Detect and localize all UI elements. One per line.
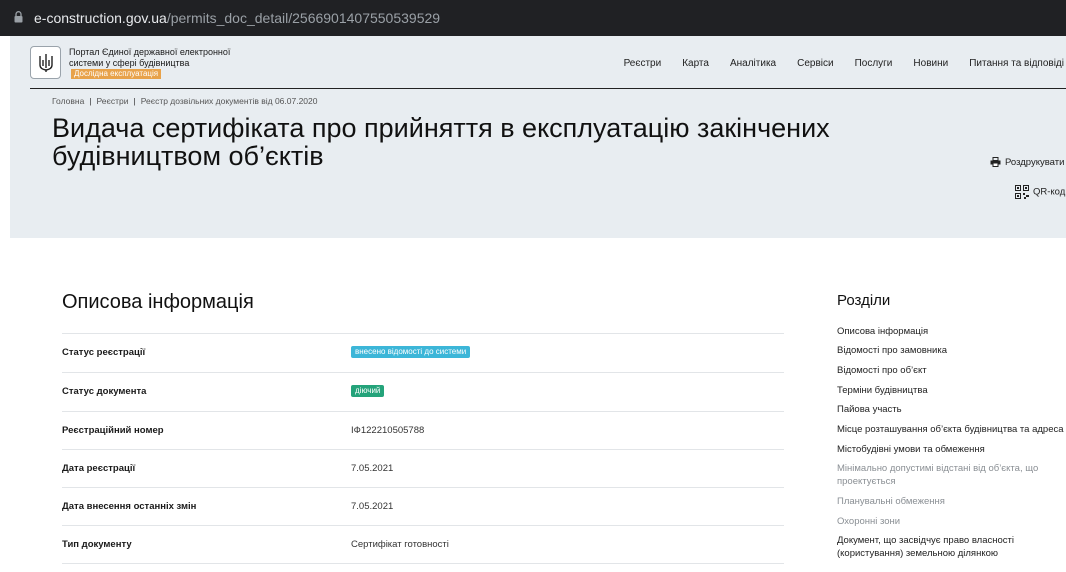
sidebar-item-min-distances[interactable]: Мінімально допустимі відстані від об’єкт… — [837, 462, 1057, 488]
menu-item-map[interactable]: Карта — [682, 58, 709, 69]
menu-item-public-services[interactable]: Послуги — [855, 58, 893, 69]
sidebar-item-urban-conditions[interactable]: Містобудівні умови та обмеження — [837, 443, 1066, 456]
section-title: Описова інформація — [62, 291, 254, 313]
breadcrumb-home[interactable]: Головна — [52, 96, 84, 106]
breadcrumb-separator: | — [133, 96, 136, 106]
url-domain: e-construction.gov.ua — [34, 10, 167, 26]
sidebar-item-customer[interactable]: Відомості про замовника — [837, 344, 1066, 357]
table-row-divider — [62, 563, 784, 572]
qr-label: QR-код — [1033, 186, 1066, 198]
breadcrumb-registries[interactable]: Реєстри — [97, 96, 129, 106]
sidebar-item-object[interactable]: Відомості про об’єкт — [837, 364, 1066, 377]
row-label: Тип документу — [62, 539, 132, 550]
page-title: Видача сертифіката про прийняття в експл… — [52, 113, 830, 171]
row-label: Дата внесення останніх змін — [62, 501, 197, 512]
url-path: /permits_doc_detail/2566901407550539529 — [166, 10, 441, 26]
table-row: Дата внесення останніх змін 7.05.2021 — [62, 487, 784, 525]
menu-item-news[interactable]: Новини — [913, 58, 948, 69]
url-text[interactable]: e-construction.gov.ua/permits_doc_detail… — [34, 10, 440, 26]
lock-icon — [14, 11, 23, 23]
menu-item-analytics[interactable]: Аналітика — [730, 58, 776, 69]
sidebar-title: Розділи — [837, 292, 891, 309]
table-row: Дата реєстрації 7.05.2021 — [62, 449, 784, 487]
status-badge: внесено відомості до системи — [351, 346, 471, 358]
row-label: Реєстраційний номер — [62, 425, 164, 436]
sidebar-item-share[interactable]: Пайова участь — [837, 403, 1066, 416]
breadcrumb: Головна | Реєстри | Реєстр дозвільних докуме… — [52, 96, 318, 106]
portal-name-text: Портал Єдиної державної електронної сист… — [69, 47, 231, 68]
print-button[interactable]: Роздрукувати — [990, 157, 1064, 168]
menu-item-faq[interactable]: Питання та відповіді — [969, 58, 1064, 69]
sidebar-item-location[interactable]: Місце розташування об’єкта будівництва т… — [837, 423, 1066, 436]
print-label: Роздрукувати — [1005, 157, 1065, 168]
table-row: Реєстраційний номер ІФ122210505788 — [62, 411, 784, 449]
row-value: 7.05.2021 — [351, 501, 394, 512]
qr-button[interactable]: QR-код — [1015, 185, 1065, 199]
qr-code-icon — [1015, 185, 1029, 199]
beta-badge: Дослідна експлуатація — [71, 69, 162, 79]
browser-address-bar[interactable]: e-construction.gov.ua/permits_doc_detail… — [0, 0, 1066, 36]
sidebar-item-description[interactable]: Описова інформація — [837, 325, 1066, 338]
main-menu: Реєстри Карта Аналітика Сервіси Послуги … — [603, 58, 1064, 69]
table-row: Тип документу Сертифікат готовності — [62, 525, 784, 563]
row-value: ІФ122210505788 — [351, 425, 425, 436]
menu-item-registries[interactable]: Реєстри — [624, 58, 662, 69]
menu-item-services[interactable]: Сервіси — [797, 58, 833, 69]
printer-icon — [990, 157, 1001, 168]
row-label: Статус документа — [62, 386, 147, 397]
sidebar-item-terms[interactable]: Терміни будівництва — [837, 384, 1066, 397]
trident-logo[interactable] — [30, 46, 61, 79]
sidebar-item-protected-zones[interactable]: Охоронні зони — [837, 515, 1066, 528]
row-label: Дата реєстрації — [62, 463, 136, 474]
row-label: Статус реєстрації — [62, 347, 146, 358]
table-row: Статус реєстрації внесено відомості до с… — [62, 333, 784, 371]
breadcrumb-current[interactable]: Реєстр дозвільних документів від 06.07.2… — [141, 96, 318, 106]
status-badge: діючий — [351, 385, 385, 397]
breadcrumb-separator: | — [89, 96, 92, 106]
sidebar-item-land-ownership[interactable]: Документ, що засвідчує право власності (… — [837, 534, 1042, 560]
table-row: Статус документа діючий — [62, 372, 784, 410]
row-value: Сертифікат готовності — [351, 539, 449, 550]
top-navigation: Портал Єдиної державної електронної сист… — [30, 36, 1066, 89]
sidebar-item-planning-limits[interactable]: Планувальні обмеження — [837, 495, 1066, 508]
trident-icon — [39, 54, 53, 72]
row-value: 7.05.2021 — [351, 463, 394, 474]
portal-name: Портал Єдиної державної електронної сист… — [69, 47, 249, 79]
